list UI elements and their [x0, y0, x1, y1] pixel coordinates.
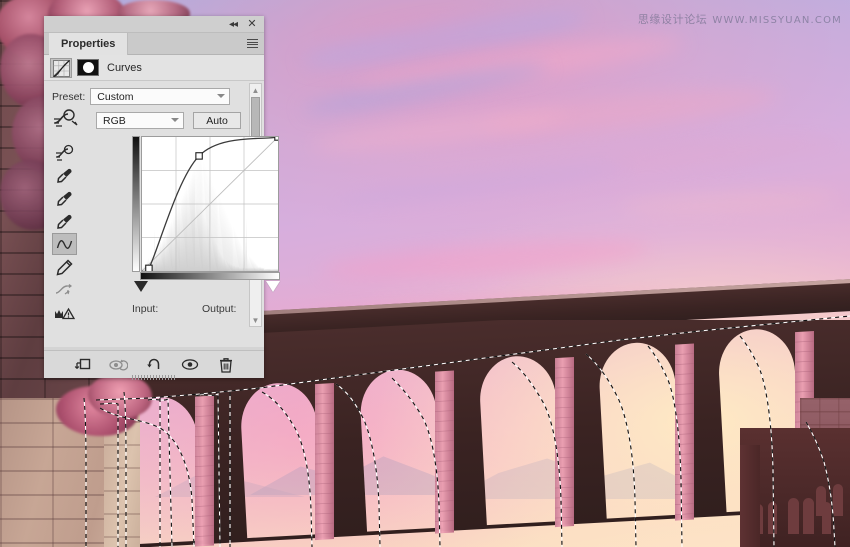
reset-button[interactable] — [144, 355, 165, 374]
channel-value: RGB — [103, 114, 126, 127]
watermark-en: WWW.MISSYUAN.COM — [712, 15, 842, 26]
view-previous-state-button[interactable] — [108, 355, 129, 374]
delete-button[interactable] — [216, 355, 237, 374]
preset-value: Custom — [97, 90, 134, 103]
adjustment-title: Curves — [107, 61, 142, 74]
chevron-down-icon — [217, 94, 226, 98]
output-gradient-bar — [132, 136, 140, 272]
eyedropper-gray-point[interactable] — [52, 187, 77, 209]
panel-body: ▲ ▼ Preset: Custom RGB Auto Input: Outpu… — [44, 81, 280, 347]
curves-adjustment-icon[interactable] — [50, 57, 72, 78]
preset-label: Preset: — [52, 90, 86, 103]
panel-footer — [44, 350, 264, 378]
panel-tab-row: Properties — [44, 33, 264, 55]
white-point-slider[interactable] — [266, 281, 280, 292]
tab-properties[interactable]: Properties — [49, 33, 129, 55]
close-icon[interactable]: ✕ — [245, 18, 259, 31]
channel-dropdown[interactable]: RGB — [96, 112, 184, 129]
on-image-adjust-tool[interactable] — [52, 141, 77, 163]
collapse-icon[interactable]: ◂◂ — [226, 18, 240, 31]
input-gradient-bar — [140, 272, 280, 280]
toggle-visibility-button[interactable] — [180, 355, 201, 374]
output-label: Output: — [202, 303, 237, 315]
photoshop-canvas: 思缘设计论坛 WWW.MISSYUAN.COM ◂◂ ✕ Properties — [0, 0, 850, 547]
curve-plot-area[interactable] — [141, 136, 279, 272]
scroll-down-icon[interactable]: ▼ — [250, 314, 261, 326]
black-white-point-sliders[interactable] — [132, 281, 282, 297]
scroll-up-icon[interactable]: ▲ — [250, 84, 261, 96]
panel-titlebar[interactable]: ◂◂ ✕ — [44, 16, 264, 33]
input-label: Input: — [132, 303, 159, 315]
pencil-tool[interactable] — [52, 256, 77, 278]
eyedropper-white-point[interactable] — [52, 210, 77, 232]
curves-graph[interactable] — [132, 136, 282, 288]
chevron-down-icon — [171, 118, 179, 122]
building-window — [833, 484, 843, 516]
auto-button[interactable]: Auto — [193, 112, 241, 129]
building-window — [816, 486, 826, 516]
panel-menu-icon[interactable] — [247, 39, 258, 48]
eyedropper-black-point[interactable] — [52, 164, 77, 186]
pink-foliage — [88, 374, 152, 418]
clip-to-layer-button[interactable] — [72, 355, 93, 374]
on-image-adjustment-icon[interactable] — [52, 108, 84, 130]
black-point-slider[interactable] — [134, 281, 148, 292]
panel-resize-grip[interactable] — [132, 375, 176, 380]
preset-row: Preset: Custom — [52, 88, 231, 105]
building-tower — [740, 445, 760, 547]
smooth-curve-tool[interactable] — [52, 279, 77, 301]
watermark-cn: 思缘设计论坛 — [637, 13, 708, 26]
adjustment-header: Curves — [44, 55, 264, 81]
preset-dropdown[interactable]: Custom — [90, 88, 231, 105]
layer-mask-thumbnail[interactable] — [77, 59, 99, 76]
curves-tool-strip — [52, 141, 77, 325]
channel-row: RGB Auto — [96, 112, 241, 129]
watermark: 思缘设计论坛 WWW.MISSYUAN.COM — [638, 11, 842, 27]
properties-panel[interactable]: ◂◂ ✕ Properties Curves ▲ ▼ Preset: Custo… — [44, 16, 280, 380]
curve-tool[interactable] — [52, 233, 77, 255]
clipping-warning-icon[interactable] — [52, 302, 77, 324]
